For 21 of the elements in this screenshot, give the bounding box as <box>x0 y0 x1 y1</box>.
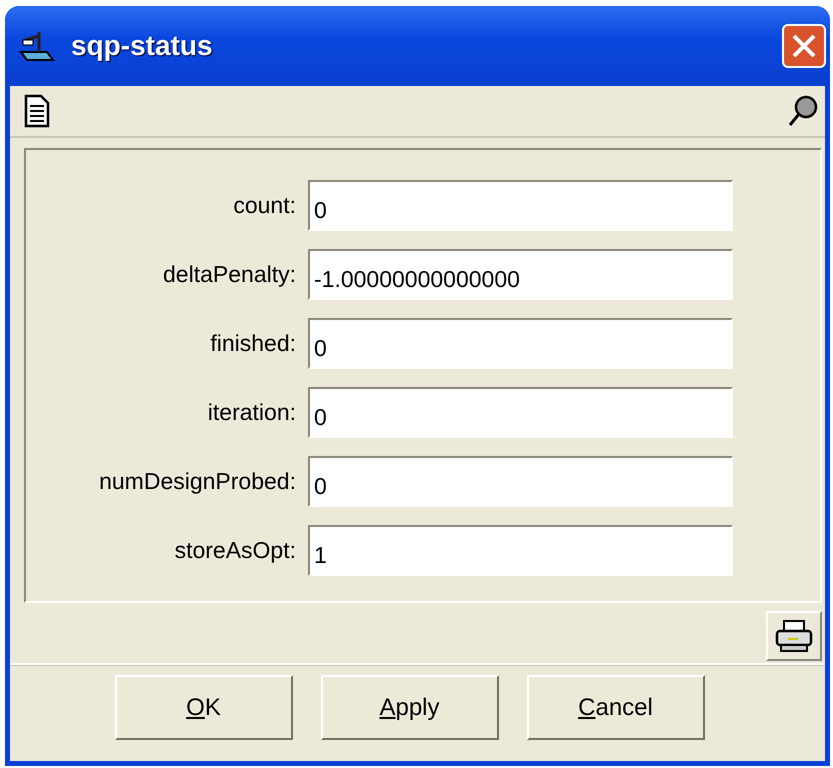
input-field[interactable]: -1.00000000000000 <box>308 248 733 300</box>
input-field[interactable]: 0 <box>308 386 733 438</box>
input-field[interactable]: 0 <box>308 318 733 368</box>
field-label: iteration: <box>206 398 297 426</box>
input-field[interactable]: 0 <box>308 180 733 230</box>
input-field[interactable]: 0 <box>308 456 733 506</box>
document-icon[interactable] <box>24 94 50 128</box>
close-icon <box>791 33 817 59</box>
field-label: count: <box>232 192 297 218</box>
field-label: storeAsOpt: <box>174 536 297 564</box>
window-title: sqp-status <box>71 30 214 62</box>
field-label: numDesignProbed: <box>98 468 297 494</box>
field-label: deltaPenalty: <box>162 260 297 288</box>
field-label: finished: <box>209 330 297 356</box>
input-field[interactable]: 1 <box>308 524 733 576</box>
dialog-button[interactable]: Apply <box>320 675 498 740</box>
dialog-button[interactable]: OK <box>114 675 292 740</box>
close-button[interactable] <box>782 24 826 68</box>
print-button[interactable] <box>766 611 822 661</box>
dialog-button[interactable]: Cancel <box>526 675 704 740</box>
printer-icon <box>774 619 814 653</box>
